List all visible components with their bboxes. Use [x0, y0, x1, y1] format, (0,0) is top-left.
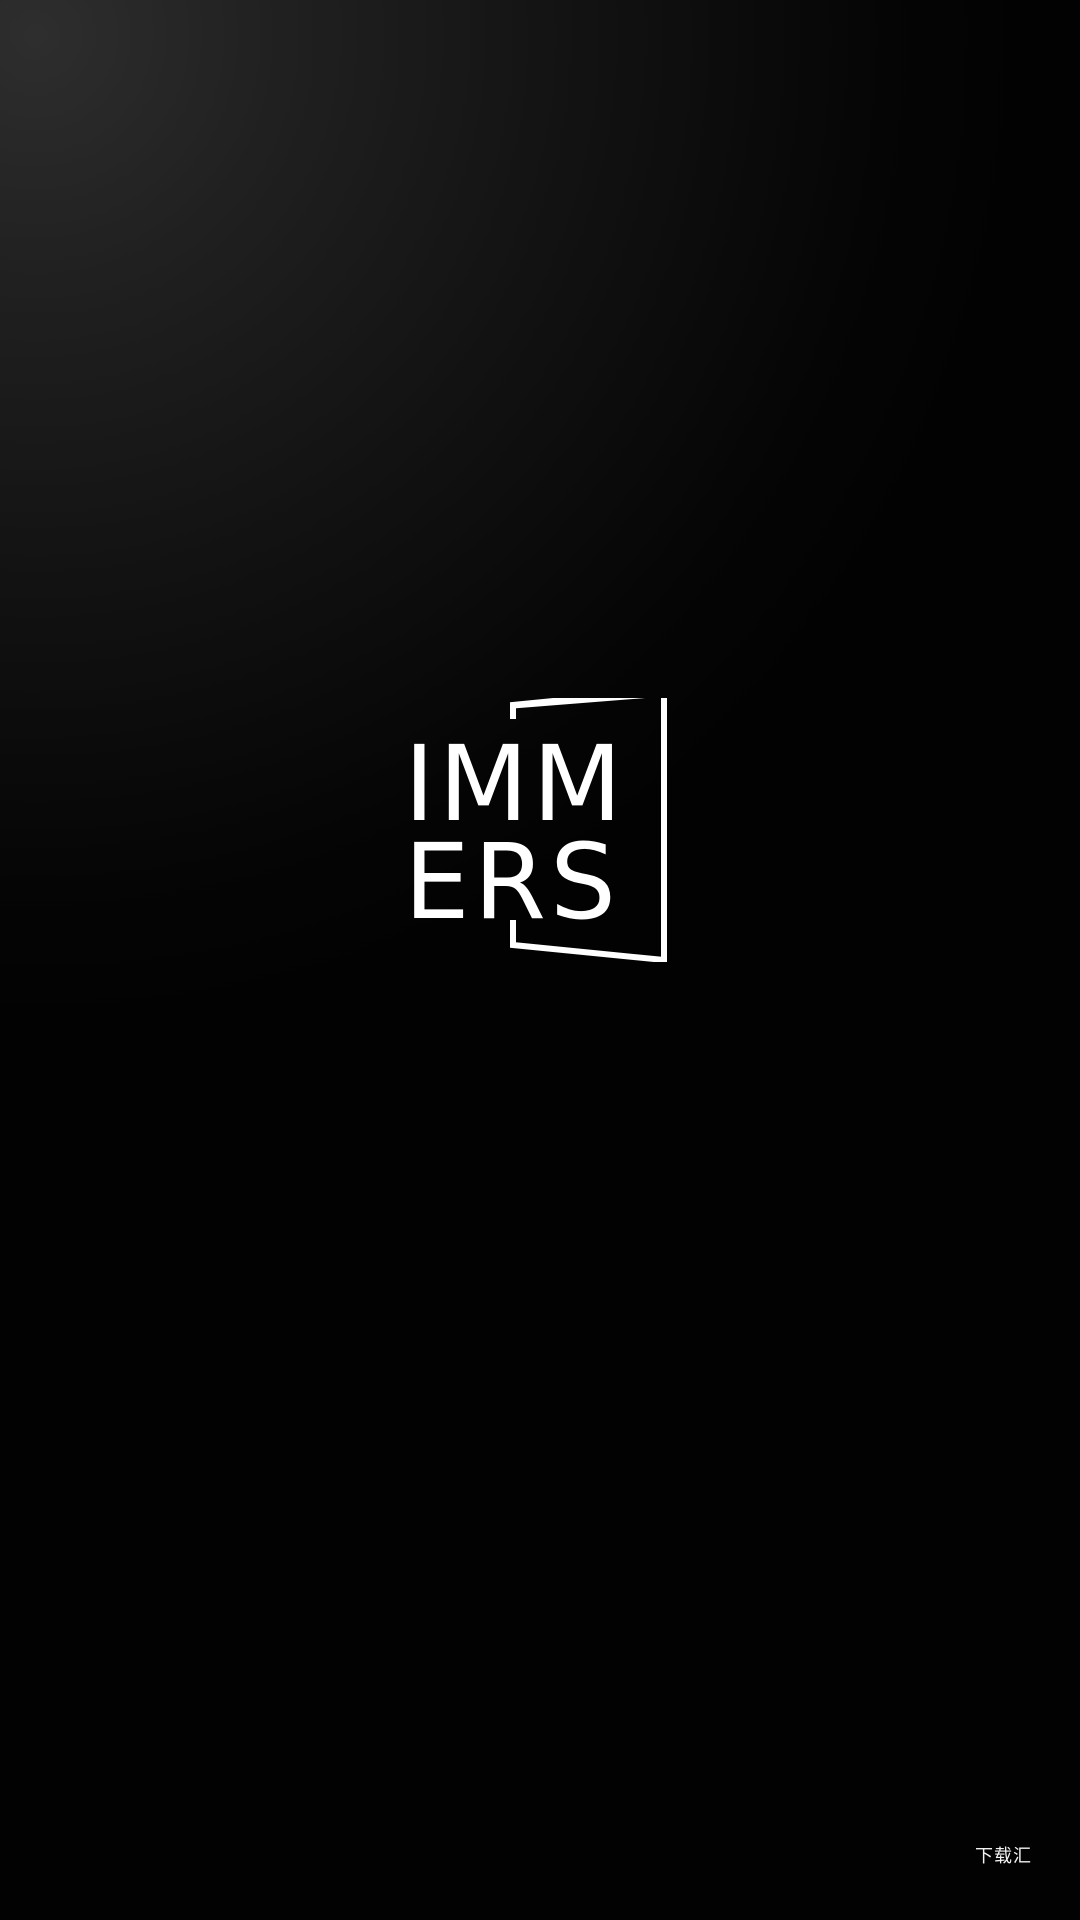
logo-text-line2: ERS [408, 821, 620, 943]
watermark-text: 下载汇 [975, 1846, 1032, 1867]
splash-screen: IMM ERS 下载汇 [0, 0, 1080, 1920]
immers-logo: IMM ERS [408, 698, 672, 962]
